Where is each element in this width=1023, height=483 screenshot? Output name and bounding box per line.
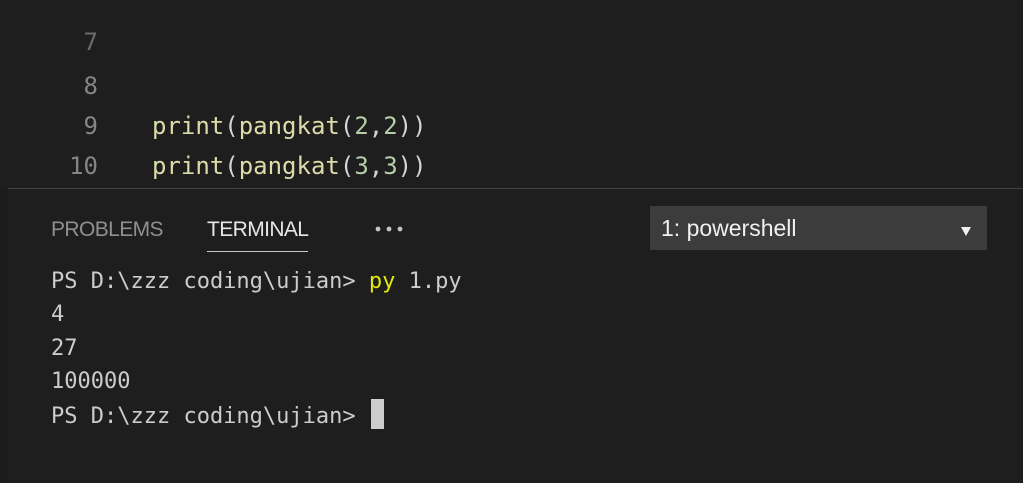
code-line: 9 print(pangkat(3,3)) [0, 66, 1023, 180]
code-line: 8 print(pangkat(2,2)) [0, 26, 1023, 140]
paren-token: ( [339, 152, 355, 180]
number-token: 3 [354, 152, 369, 180]
paren-token: ( [224, 152, 239, 180]
paren-token: )) [397, 152, 427, 180]
terminal-output-line: 100000 [51, 369, 131, 395]
code-editor[interactable]: 7 8 print(pangkat(2,2)) 9 print(pangkat(… [0, 0, 1023, 220]
line-code[interactable]: print(pangkat(3,3)) [152, 146, 427, 186]
dropdown-arrow-icon [960, 222, 972, 236]
terminal-line: PS D:\zzz coding\ujian> py 1.py [51, 265, 1011, 298]
terminal-select-value: 1: powershell [661, 215, 797, 241]
terminal-select-dropdown[interactable]: 1: powershell [650, 206, 987, 250]
vscode-window: 7 8 print(pangkat(2,2)) 9 print(pangkat(… [0, 0, 1023, 483]
bottom-panel: PROBLEMS TERMINAL 1: powershell PS D:\zz… [8, 189, 1023, 483]
terminal-output-line: 27 [51, 335, 78, 361]
terminal-command: py [368, 269, 396, 294]
panel-tab-bar: PROBLEMS TERMINAL 1: powershell [8, 189, 1023, 259]
code-line: 10 print(pangkat(10,5)) [0, 106, 1023, 220]
function-token: print [152, 152, 225, 180]
terminal-prompt: PS D:\zzz coding\ujian> [51, 403, 369, 429]
tab-terminal-label: TERMINAL [207, 218, 309, 241]
number-token: 3 [383, 152, 398, 180]
active-tab-underline [207, 251, 309, 252]
line-number: 10 [69, 152, 98, 180]
ellipsis-icon[interactable] [374, 216, 404, 242]
terminal-output-line: 4 [51, 302, 65, 328]
terminal-cursor [370, 398, 384, 429]
terminal-command-args: 1.py [395, 269, 462, 294]
terminal-output[interactable]: PS D:\zzz coding\ujian> py 1.py 4 27 100… [51, 265, 1011, 475]
terminal-prompt: PS D:\zzz coding\ujian> [51, 269, 369, 294]
tab-terminal[interactable]: TERMINAL [207, 215, 309, 252]
terminal-line: PS D:\zzz coding\ujian> [51, 398, 1011, 432]
code-line: 7 [0, 0, 1023, 56]
tab-problems[interactable]: PROBLEMS [51, 215, 164, 245]
function-token: pangkat [238, 152, 340, 180]
comma-token: , [368, 152, 384, 180]
